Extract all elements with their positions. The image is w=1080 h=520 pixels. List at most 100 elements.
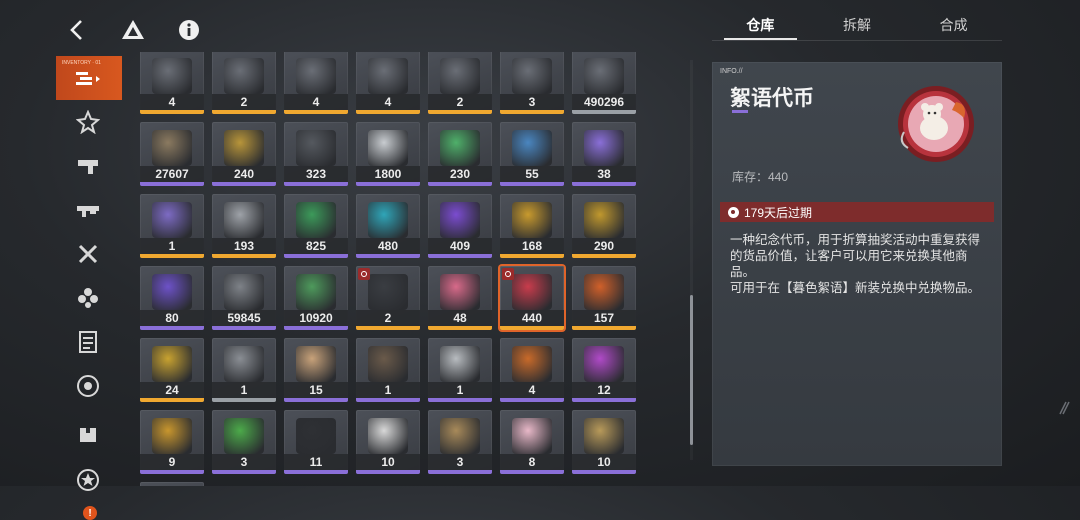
inventory-item[interactable]: 59845 bbox=[212, 266, 276, 330]
item-count: 11 bbox=[284, 454, 348, 470]
item-count: 1 bbox=[356, 382, 420, 398]
inventory-item[interactable]: 409 bbox=[428, 194, 492, 258]
rarity-bar bbox=[428, 254, 492, 258]
inventory-item[interactable]: 24 bbox=[140, 338, 204, 402]
rarity-bar bbox=[140, 182, 204, 186]
rarity-bar bbox=[284, 326, 348, 330]
inventory-item[interactable]: 2 bbox=[356, 266, 420, 330]
description-line-2: 可用于在【暮色絮语】新装兑换中兑换物品。 bbox=[730, 281, 981, 295]
item-thumbnail bbox=[512, 418, 552, 454]
inventory-item[interactable]: 48 bbox=[428, 266, 492, 330]
item-thumbnail bbox=[512, 202, 552, 238]
rarity-bar bbox=[356, 326, 420, 330]
triangle-logo-icon bbox=[122, 20, 144, 39]
inventory-item[interactable]: 10 bbox=[356, 410, 420, 474]
rarity-bar bbox=[284, 110, 348, 114]
inventory-item[interactable]: 1 bbox=[140, 194, 204, 258]
back-button[interactable] bbox=[60, 13, 94, 47]
item-thumbnail bbox=[224, 202, 264, 238]
sidebar-item-tools[interactable] bbox=[66, 236, 110, 272]
inventory-item[interactable]: 1 bbox=[356, 338, 420, 402]
rarity-bar bbox=[140, 398, 204, 402]
inventory-item[interactable]: 4 bbox=[140, 52, 204, 114]
item-thumbnail bbox=[440, 58, 480, 94]
item-thumbnail bbox=[440, 274, 480, 310]
sidebar-item-weapons[interactable] bbox=[66, 148, 110, 184]
home-button[interactable] bbox=[116, 13, 150, 47]
inventory-item[interactable]: 1 bbox=[428, 338, 492, 402]
inventory-item[interactable]: 10 bbox=[572, 410, 636, 474]
item-thumbnail bbox=[368, 130, 408, 166]
inventory-item[interactable]: 27607 bbox=[140, 122, 204, 186]
item-thumbnail bbox=[152, 346, 192, 382]
rarity-bar bbox=[500, 254, 564, 258]
inventory-item[interactable]: 2 bbox=[428, 52, 492, 114]
inventory-item[interactable]: 230 bbox=[428, 122, 492, 186]
inventory-item[interactable]: 168 bbox=[500, 194, 564, 258]
info-button[interactable] bbox=[172, 13, 206, 47]
inventory-item[interactable]: 3 bbox=[212, 410, 276, 474]
item-thumbnail bbox=[224, 130, 264, 166]
inventory-item[interactable]: 323 bbox=[284, 122, 348, 186]
item-thumbnail bbox=[440, 346, 480, 382]
inventory-item[interactable]: 240 bbox=[212, 122, 276, 186]
sidebar-item-materials[interactable] bbox=[66, 280, 110, 316]
inventory-item[interactable]: 38 bbox=[572, 122, 636, 186]
tab-warehouse[interactable]: 仓库 bbox=[712, 12, 809, 40]
info-icon bbox=[179, 20, 199, 40]
inventory-item[interactable]: 290 bbox=[572, 194, 636, 258]
inventory-item[interactable]: 15 bbox=[284, 338, 348, 402]
expiry-timer-icon bbox=[502, 268, 514, 280]
item-thumbnail bbox=[296, 346, 336, 382]
inventory-grid: 4 2 4 4 2 3 490296 27607 240 323 1800 230 55 38 1 193 82… bbox=[140, 52, 636, 486]
sidebar-item-target[interactable] bbox=[66, 368, 110, 404]
stack-icon bbox=[76, 72, 100, 85]
inventory-item[interactable]: 3 bbox=[500, 52, 564, 114]
item-thumbnail bbox=[440, 418, 480, 454]
tab-dismantle[interactable]: 拆解 bbox=[809, 12, 906, 40]
item-count: 48 bbox=[428, 310, 492, 326]
tab-craft[interactable]: 合成 bbox=[905, 12, 1002, 40]
item-name: 絮语代币 bbox=[730, 87, 814, 110]
inventory-item[interactable]: 4 bbox=[284, 52, 348, 114]
panel-tabs: 仓库 拆解 合成 bbox=[712, 12, 1002, 40]
inventory-item[interactable]: 490296 bbox=[572, 52, 636, 114]
rarity-bar bbox=[284, 470, 348, 474]
sidebar-item-all[interactable]: INVENTORY · 01 bbox=[56, 56, 122, 100]
sidebar-item-star[interactable] bbox=[66, 462, 110, 498]
inventory-item[interactable]: 157 bbox=[572, 266, 636, 330]
inventory-item[interactable]: 440 bbox=[500, 266, 564, 330]
item-count: 9 bbox=[140, 454, 204, 470]
inventory-item[interactable]: 825 bbox=[284, 194, 348, 258]
inventory-item[interactable]: 9 bbox=[140, 410, 204, 474]
scrollbar-thumb[interactable] bbox=[690, 295, 693, 445]
rarity-bar bbox=[284, 254, 348, 258]
inventory-item[interactable]: 1 bbox=[212, 338, 276, 402]
item-count: 3 bbox=[212, 454, 276, 470]
inventory-item[interactable] bbox=[140, 482, 204, 486]
item-count: 10 bbox=[356, 454, 420, 470]
inventory-item[interactable]: 1800 bbox=[356, 122, 420, 186]
inventory-item[interactable]: 10920 bbox=[284, 266, 348, 330]
sidebar-item-ammo[interactable] bbox=[66, 192, 110, 228]
inventory-item[interactable]: 2 bbox=[212, 52, 276, 114]
sidebar-item-documents[interactable] bbox=[66, 324, 110, 360]
inventory-item[interactable]: 11 bbox=[284, 410, 348, 474]
sidebar-item-special[interactable] bbox=[66, 104, 110, 140]
rarity-bar bbox=[356, 182, 420, 186]
inventory-item[interactable]: 4 bbox=[356, 52, 420, 114]
inventory-item[interactable]: 80 bbox=[140, 266, 204, 330]
rarity-bar bbox=[500, 326, 564, 330]
item-count: 3 bbox=[428, 454, 492, 470]
rarity-bar bbox=[572, 398, 636, 402]
inventory-item[interactable]: 3 bbox=[428, 410, 492, 474]
inventory-item[interactable]: 8 bbox=[500, 410, 564, 474]
item-detail-panel: INFO.// 絮语代币 库存：440 179天后过期 一种纪念代币，用于折算抽… bbox=[712, 62, 1002, 466]
inventory-item[interactable]: 4 bbox=[500, 338, 564, 402]
inventory-item[interactable]: 12 bbox=[572, 338, 636, 402]
inventory-item[interactable]: 480 bbox=[356, 194, 420, 258]
inventory-item[interactable]: 55 bbox=[500, 122, 564, 186]
inventory-item[interactable]: 193 bbox=[212, 194, 276, 258]
item-count: 323 bbox=[284, 166, 348, 182]
sidebar-item-box[interactable] bbox=[66, 416, 110, 452]
